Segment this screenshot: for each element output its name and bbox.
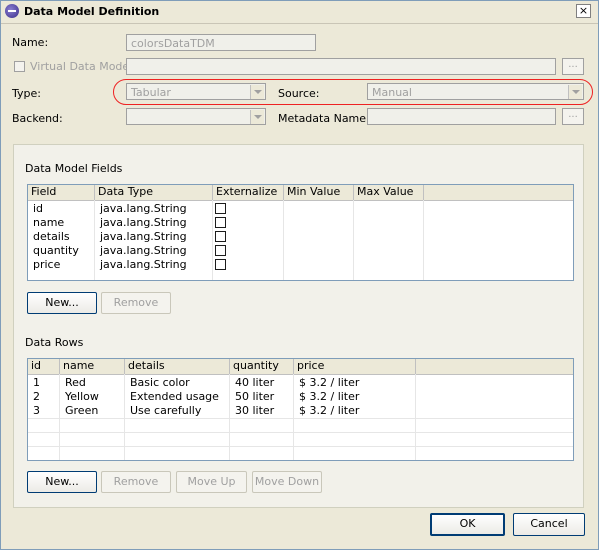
externalize-checkbox[interactable] (215, 203, 226, 214)
source-label: Source: (278, 87, 320, 100)
rows-new-button[interactable]: New... (27, 471, 97, 493)
rows-col-id[interactable]: id (28, 359, 60, 374)
grid-line (212, 200, 213, 280)
field-type-cell: java.lang.String (100, 202, 187, 215)
field-type-cell: java.lang.String (100, 230, 187, 243)
grid-line (94, 200, 95, 280)
externalize-checkbox[interactable] (215, 231, 226, 242)
grid-line (423, 200, 424, 280)
field-name-cell: quantity (33, 244, 79, 257)
rows-col-details[interactable]: details (125, 359, 230, 374)
row-quantity-cell: 50 liter (235, 390, 275, 403)
field-type-cell: java.lang.String (100, 258, 187, 271)
name-label: Name: (12, 36, 49, 49)
data-rows-table: id name details quantity price 1 Red Bas… (27, 358, 574, 461)
field-name-cell: id (33, 202, 44, 215)
fields-col-data-type[interactable]: Data Type (95, 185, 213, 200)
fields-col-externalize[interactable]: Externalize (213, 185, 284, 200)
field-type-cell: java.lang.String (100, 216, 187, 229)
row-details-cell: Basic color (130, 376, 190, 389)
field-type-cell: java.lang.String (100, 244, 187, 257)
fields-col-max-value[interactable]: Max Value (354, 185, 424, 200)
field-name-cell: price (33, 258, 61, 271)
virtual-data-model-label: Virtual Data Model (30, 60, 133, 73)
fields-col-field[interactable]: Field (28, 185, 95, 200)
virtual-data-model-checkbox[interactable] (14, 61, 25, 72)
app-icon (5, 4, 19, 18)
source-select[interactable]: Manual (367, 83, 584, 100)
move-down-button[interactable]: Move Down (252, 471, 322, 493)
row-price-cell: $ 3.2 / liter (299, 390, 360, 403)
title-bar[interactable]: Data Model Definition × (1, 1, 598, 24)
metadata-name-field[interactable] (367, 108, 556, 125)
row-name-cell: Green (65, 404, 99, 417)
grid-line (283, 200, 284, 280)
field-name-cell: details (33, 230, 70, 243)
chevron-down-icon (250, 110, 264, 124)
grid-line (28, 432, 573, 433)
row-id-cell: 2 (33, 390, 40, 403)
row-price-cell: $ 3.2 / liter (299, 376, 360, 389)
externalize-checkbox[interactable] (215, 217, 226, 228)
data-model-fields-table: Field Data Type Externalize Min Value Ma… (27, 184, 574, 281)
row-id-cell: 1 (33, 376, 40, 389)
grid-line (28, 446, 573, 447)
ok-button[interactable]: OK (430, 513, 505, 536)
rows-table-header: id name details quantity price (28, 359, 573, 375)
rows-col-quantity[interactable]: quantity (230, 359, 294, 374)
fields-col-min-value[interactable]: Min Value (284, 185, 354, 200)
row-details-cell: Use carefully (130, 404, 202, 417)
metadata-browse-button[interactable]: ... (562, 108, 584, 125)
row-quantity-cell: 30 liter (235, 404, 275, 417)
data-rows-title: Data Rows (25, 336, 84, 349)
grid-line (28, 418, 573, 419)
row-id-cell: 3 (33, 404, 40, 417)
name-field[interactable]: colorsDataTDM (126, 34, 316, 51)
name-value: colorsDataTDM (131, 37, 215, 50)
source-value: Manual (372, 86, 412, 99)
type-select[interactable]: Tabular (126, 83, 266, 100)
row-price-cell: $ 3.2 / liter (299, 404, 360, 417)
grid-line (353, 200, 354, 280)
rows-col-price[interactable]: price (294, 359, 416, 374)
backend-select[interactable] (126, 108, 266, 125)
fields-table-header: Field Data Type Externalize Min Value Ma… (28, 185, 573, 201)
metadata-name-label: Metadata Name: (278, 112, 370, 125)
dialog-window: Data Model Definition × Name: colorsData… (0, 0, 599, 550)
dialog-title: Data Model Definition (24, 5, 160, 18)
chevron-down-icon (568, 85, 582, 99)
row-details-cell: Extended usage (130, 390, 219, 403)
fields-remove-button[interactable]: Remove (101, 292, 171, 314)
field-name-cell: name (33, 216, 65, 229)
close-button[interactable]: × (576, 4, 591, 18)
cancel-button[interactable]: Cancel (513, 513, 585, 536)
virtual-data-model-field[interactable] (126, 58, 556, 75)
rows-remove-button[interactable]: Remove (101, 471, 171, 493)
row-name-cell: Yellow (65, 390, 99, 403)
move-up-button[interactable]: Move Up (176, 471, 247, 493)
row-name-cell: Red (65, 376, 86, 389)
row-quantity-cell: 40 liter (235, 376, 275, 389)
data-model-fields-title: Data Model Fields (25, 162, 123, 175)
fields-new-button[interactable]: New... (27, 292, 97, 314)
backend-label: Backend: (12, 112, 63, 125)
type-label: Type: (12, 87, 41, 100)
virtual-browse-button[interactable]: ... (562, 58, 584, 75)
externalize-checkbox[interactable] (215, 245, 226, 256)
rows-col-name[interactable]: name (60, 359, 125, 374)
chevron-down-icon (250, 85, 264, 99)
externalize-checkbox[interactable] (215, 259, 226, 270)
type-value: Tabular (131, 86, 171, 99)
